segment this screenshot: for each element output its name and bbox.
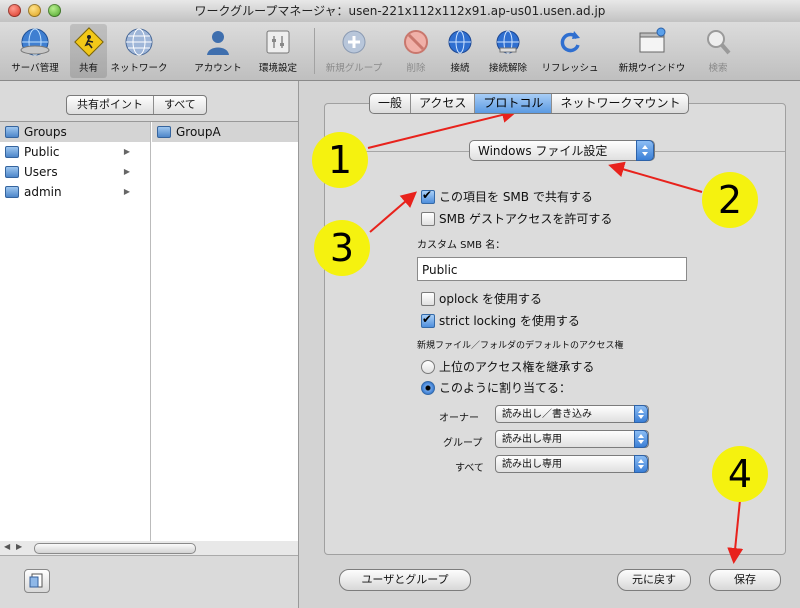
popup-stepper-icon [634, 430, 648, 448]
toolbar-server-admin-button[interactable]: サーバ管理 [2, 26, 68, 76]
toolbar-new-window-button[interactable]: 新規ウインドウ [612, 26, 692, 76]
segment-share-points[interactable]: 共有ポイント [67, 96, 154, 114]
toolbar-connect-button[interactable]: 接続 [440, 26, 480, 76]
list-item-public[interactable]: Public ▶ [0, 142, 150, 162]
network-globe-icon [125, 28, 153, 56]
popup-stepper-icon [634, 455, 648, 473]
share-browser-pane: 共有ポイント すべて Groups Public ▶ Users ▶ admin… [0, 81, 299, 608]
folder-icon [157, 126, 171, 138]
disclosure-arrow-icon: ▶ [123, 167, 130, 176]
protocol-popup[interactable]: Windows ファイル設定 [469, 140, 655, 161]
new-window-icon [639, 27, 666, 53]
folder-icon [5, 146, 19, 158]
custom-smb-name-label: カスタム SMB 名： [417, 240, 506, 251]
toolbar-network-button[interactable]: ネットワーク [109, 26, 169, 76]
share-smb-checkbox[interactable] [421, 188, 435, 204]
inherit-radio[interactable] [421, 360, 435, 374]
scrollbar-thumb[interactable] [34, 543, 196, 554]
folder-icon [5, 166, 19, 178]
settings-tab-bar: 一般 アクセス プロトコル ネットワークマウント [369, 93, 690, 114]
toolbar: サーバ管理 共有 ネットワーク アカウント 環境設定 新規グループ 削除 接続 … [0, 22, 800, 81]
disclosure-arrow-icon: ▶ [123, 147, 130, 156]
group-permission-popup[interactable]: 読み出し専用 [495, 430, 649, 448]
toolbar-delete-button[interactable]: 削除 [396, 26, 436, 76]
folder-icon [5, 126, 19, 138]
group-label: グループ [443, 438, 483, 449]
segment-all[interactable]: すべて [154, 96, 206, 114]
everyone-label: すべて [455, 463, 484, 474]
toolbar-sharing-button[interactable]: 共有 [70, 26, 107, 76]
oplock-checkbox[interactable] [421, 292, 435, 306]
delete-icon [404, 30, 428, 54]
callout-3: 3 [314, 220, 370, 276]
save-button[interactable]: 保存 [709, 569, 781, 591]
column-browser: Groups Public ▶ Users ▶ admin ▶ GroupA [0, 121, 298, 543]
owner-permission-popup[interactable]: 読み出し／書き込み [495, 405, 649, 423]
toolbar-search-button[interactable]: 検索 [700, 26, 736, 76]
preferences-icon [266, 30, 290, 54]
disclosure-arrow-icon: ▶ [123, 187, 130, 196]
plus-icon [342, 30, 366, 54]
search-icon [707, 30, 731, 55]
settings-pane: 一般 アクセス プロトコル ネットワークマウント Windows ファイル設定 … [299, 81, 800, 608]
assign-label: このように割り当てる： [439, 381, 572, 395]
toolbar-refresh-button[interactable]: リフレッシュ [536, 26, 604, 76]
toolbar-separator [314, 28, 315, 74]
connect-icon [448, 30, 472, 54]
account-icon [207, 31, 229, 55]
callout-4: 4 [712, 446, 768, 502]
list-item-groups[interactable]: Groups [0, 122, 150, 142]
tab-network-mount[interactable]: ネットワークマウント [552, 94, 688, 113]
callout-2: 2 [702, 172, 758, 228]
refresh-icon [560, 31, 580, 53]
list-item-groupa[interactable]: GroupA [152, 122, 298, 142]
share-segment-control: 共有ポイント すべて [66, 95, 207, 115]
custom-smb-name-input[interactable]: Public [417, 257, 687, 281]
toolbar-account-button[interactable]: アカウント [186, 26, 250, 76]
tab-protocol[interactable]: プロトコル [475, 94, 553, 113]
popup-stepper-icon [634, 405, 648, 423]
scroll-left-icon[interactable]: ◀ [4, 542, 10, 551]
document-share-icon [29, 573, 43, 588]
assign-radio[interactable] [421, 381, 435, 395]
toolbar-disconnect-button[interactable]: 接続解除 [482, 26, 534, 76]
toolbar-new-group-button[interactable]: 新規グループ [320, 26, 388, 76]
oplock-label: oplock を使用する [439, 292, 542, 306]
users-groups-button[interactable]: ユーザとグループ [339, 569, 471, 591]
share-smb-label: この項目を SMB で共有する [439, 190, 593, 204]
strict-locking-checkbox[interactable] [421, 312, 435, 328]
list-item-admin[interactable]: admin ▶ [0, 182, 150, 202]
share-info-button[interactable] [24, 569, 50, 593]
callout-1: 1 [312, 132, 368, 188]
tab-general[interactable]: 一般 [370, 94, 412, 113]
globe-icon [20, 28, 50, 56]
owner-label: オーナー [439, 413, 479, 424]
toolbar-preferences-button[interactable]: 環境設定 [252, 26, 304, 76]
title-bar: ワークグループマネージャ：usen-221x112x112x91.ap-us01… [0, 0, 800, 23]
strict-locking-label: strict locking を使用する [439, 314, 580, 328]
browser-column-2: GroupA [152, 122, 298, 542]
revert-button[interactable]: 元に戻す [617, 569, 691, 591]
window-title: ワークグループマネージャ：usen-221x112x112x91.ap-us01… [194, 4, 606, 18]
folder-icon [5, 186, 19, 198]
horizontal-scrollbar[interactable]: ◀ ▶ [0, 541, 298, 556]
browser-column-1: Groups Public ▶ Users ▶ admin ▶ [0, 122, 151, 542]
list-item-users[interactable]: Users ▶ [0, 162, 150, 182]
sharing-icon [73, 27, 104, 57]
guest-access-label: SMB ゲストアクセスを許可する [439, 212, 613, 226]
default-access-label: 新規ファイル／フォルダのデフォルトのアクセス権 [417, 341, 624, 351]
everyone-permission-popup[interactable]: 読み出し専用 [495, 455, 649, 473]
popup-stepper-icon [636, 140, 654, 161]
scroll-right-icon[interactable]: ▶ [16, 542, 22, 551]
tab-access[interactable]: アクセス [411, 94, 476, 113]
guest-access-checkbox[interactable] [421, 212, 435, 226]
disconnect-icon [496, 30, 520, 54]
inherit-label: 上位のアクセス権を継承する [439, 360, 595, 374]
